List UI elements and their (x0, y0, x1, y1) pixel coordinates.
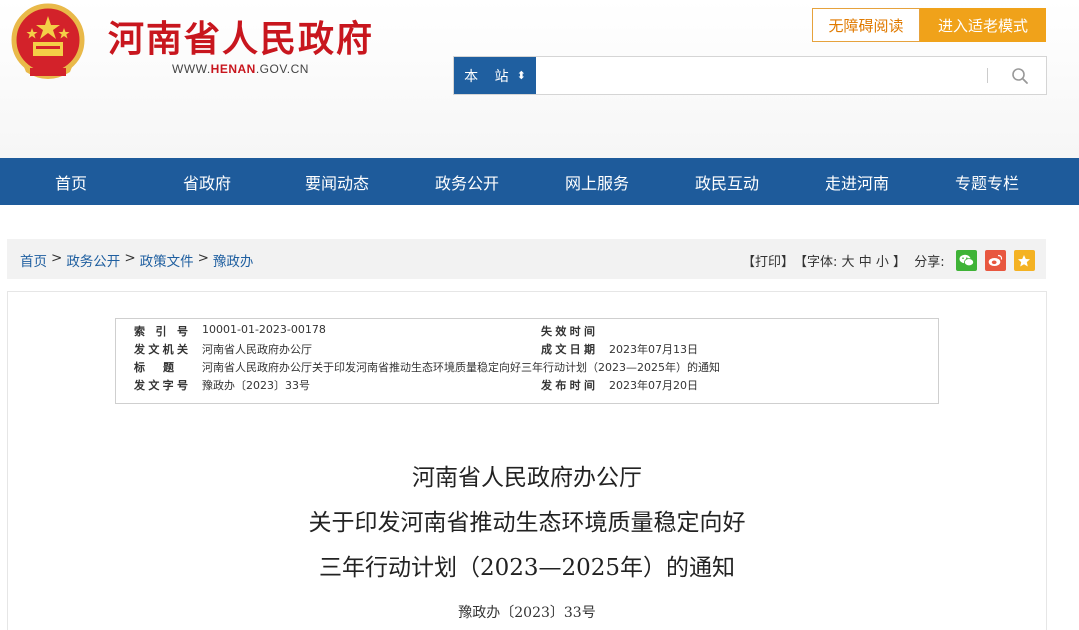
document-meta-table: 索引号 10001-01-2023-00178 失效时间 发文机关 河南省人民政… (115, 318, 939, 404)
meta-expire-key: 失效时间 (541, 325, 595, 338)
font-large-button[interactable]: 大 (842, 251, 855, 270)
nav-item-government-affairs[interactable]: 政务公开 (402, 158, 532, 205)
national-emblem-icon (11, 3, 85, 79)
meta-docno-value: 豫政办〔2023〕33号 (202, 379, 310, 392)
breadcrumb-bar: 首页 > 政务公开 > 政策文件 > 豫政办 【打印】 【字体: 大 中 小 】… (7, 239, 1046, 279)
accessible-reading-button[interactable]: 无障碍阅读 (812, 8, 920, 42)
breadcrumb-policy-docs[interactable]: 政策文件 (140, 250, 194, 270)
nav-item-home[interactable]: 首页 (0, 158, 142, 205)
nav-item-about-henan[interactable]: 走进河南 (792, 158, 922, 205)
sort-caret-icon: ⬍ (516, 69, 526, 82)
document-title-line: 河南省人民政府办公厅 (412, 465, 642, 491)
document-title: 河南省人民政府办公厅 关于印发河南省推动生态环境质量稳定向好 三年行动计划（20… (7, 456, 1047, 591)
search-bar: 本 站 ⬍ (453, 56, 1047, 95)
breadcrumb: 首页 > 政务公开 > 政策文件 > 豫政办 (20, 250, 253, 270)
share-label: 分享: (914, 255, 945, 270)
document-number: 豫政办〔2023〕33号 (458, 605, 596, 621)
meta-title-key: 标题 (134, 361, 174, 374)
font-small-button[interactable]: 小 (876, 251, 889, 270)
meta-row: 索引号 10001-01-2023-00178 失效时间 (116, 323, 938, 341)
weibo-share-icon[interactable] (984, 250, 1006, 271)
main-nav: 首页 省政府 要闻动态 政务公开 网上服务 政民互动 走进河南 专题专栏 (0, 158, 1079, 205)
meta-row: 标题 河南省人民政府办公厅关于印发河南省推动生态环境质量稳定向好三年行动计划（2… (116, 359, 938, 377)
font-size-label: 【字体: (794, 255, 838, 270)
site-url-suffix: .GOV.CN (255, 62, 309, 76)
meta-row: 发文字号 豫政办〔2023〕33号 发布时间 2023年07月20日 (116, 377, 938, 395)
site-name: 河南省人民政府 (108, 19, 375, 60)
meta-issuer-value: 河南省人民政府办公厅 (202, 343, 312, 356)
meta-docno-key: 发文字号 (134, 379, 188, 392)
print-button[interactable]: 【打印】 (742, 251, 794, 270)
meta-index-key: 索引号 (134, 325, 188, 338)
nav-item-news[interactable]: 要闻动态 (272, 158, 402, 205)
elder-mode-button[interactable]: 进入适老模式 (920, 8, 1046, 42)
breadcrumb-separator: > (51, 250, 63, 266)
search-icon[interactable] (1010, 66, 1030, 86)
meta-date-value: 2023年07月13日 (609, 343, 698, 356)
nav-item-provincial-government[interactable]: 省政府 (142, 158, 272, 205)
breadcrumb-office[interactable]: 豫政办 (213, 250, 254, 270)
site-url-prefix: WWW. (172, 62, 211, 76)
breadcrumb-home[interactable]: 首页 (20, 250, 47, 270)
breadcrumb-gov-affairs[interactable]: 政务公开 (66, 250, 120, 270)
search-scope-select[interactable]: 本 站 ⬍ (454, 57, 536, 94)
meta-index-value: 10001-01-2023-00178 (202, 323, 326, 336)
breadcrumb-separator: > (124, 250, 136, 266)
font-size-close: 】 (893, 255, 907, 270)
meta-publish-value: 2023年07月20日 (609, 379, 698, 392)
document-title-line: 关于印发河南省推动生态环境质量稳定向好 (308, 510, 746, 536)
font-medium-button[interactable]: 中 (859, 251, 872, 270)
meta-row: 发文机关 河南省人民政府办公厅 成文日期 2023年07月13日 (116, 341, 938, 359)
search-divider (987, 68, 988, 83)
site-header: 河南省人民政府 WWW.HENAN.GOV.CN 无障碍阅读 进入适老模式 本 … (0, 0, 1079, 158)
search-scope-label: 本 站 (464, 68, 515, 85)
search-input[interactable] (542, 61, 972, 90)
site-url: WWW.HENAN.GOV.CN (172, 62, 309, 76)
meta-date-key: 成文日期 (541, 343, 595, 356)
document-title-line: 三年行动计划（2023—2025年）的通知 (318, 555, 736, 581)
nav-item-online-services[interactable]: 网上服务 (532, 158, 662, 205)
page-tools: 【打印】 【字体: 大 中 小 】 分享: (742, 250, 1035, 271)
nav-item-special-topics[interactable]: 专题专栏 (922, 158, 1052, 205)
site-url-brand: HENAN (210, 62, 256, 76)
nav-item-public-interaction[interactable]: 政民互动 (662, 158, 792, 205)
meta-title-value: 河南省人民政府办公厅关于印发河南省推动生态环境质量稳定向好三年行动计划（2023… (202, 361, 720, 374)
favorite-star-icon[interactable] (1013, 250, 1035, 271)
meta-publish-key: 发布时间 (541, 379, 595, 392)
meta-issuer-key: 发文机关 (134, 343, 188, 356)
wechat-share-icon[interactable] (955, 250, 977, 271)
breadcrumb-separator: > (197, 250, 209, 266)
